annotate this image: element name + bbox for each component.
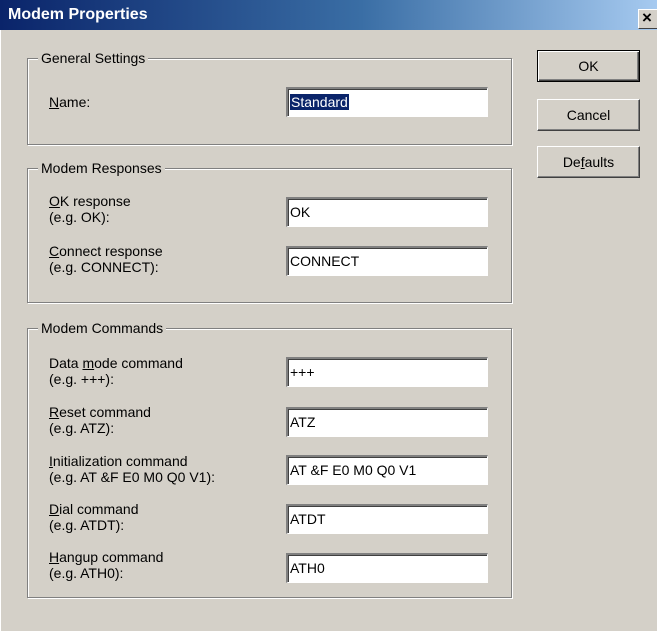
- hangup-command-label-rest: angup command: [59, 549, 164, 565]
- close-button[interactable]: ×: [638, 8, 657, 29]
- close-icon: ×: [642, 8, 652, 27]
- name-label-rest: ame:: [59, 94, 91, 110]
- data-mode-hint: (e.g. +++):: [49, 371, 114, 387]
- dial-command-label: Dial command: [49, 501, 139, 517]
- general-settings-legend: General Settings: [38, 49, 149, 67]
- reset-command-hint: (e.g. ATZ):: [49, 420, 115, 436]
- dial-command-hint: (e.g. ATDT):: [49, 517, 125, 533]
- data-mode-label-post: ode command: [94, 355, 183, 371]
- data-mode-label-pre: Data: [49, 355, 83, 371]
- connect-response-accel: C: [49, 243, 60, 259]
- init-command-hint: (e.g. AT &F E0 M0 Q0 V1):: [49, 469, 215, 485]
- ok-response-hint: (e.g. OK):: [49, 209, 110, 225]
- dial-command-label-rest: ial command: [59, 501, 139, 517]
- data-mode-label: Data mode command: [49, 355, 183, 371]
- title-bar: Modem Properties: [0, 0, 657, 30]
- name-field[interactable]: Standard: [286, 87, 488, 117]
- reset-command-label: Reset command: [49, 404, 151, 420]
- connect-response-label-rest: onnect response: [59, 243, 163, 259]
- data-mode-accel: m: [82, 355, 95, 371]
- connect-response-label: Connect response: [49, 243, 163, 259]
- name-label-accel: N: [49, 94, 60, 110]
- defaults-button[interactable]: De f aults: [537, 146, 640, 178]
- hangup-command-label: Hangup command: [49, 549, 163, 565]
- reset-command-label-rest: eset command: [59, 404, 151, 420]
- modem-responses-group: Modem Responses: [27, 159, 512, 303]
- ok-response-field[interactable]: OK: [286, 197, 488, 227]
- name-field-value: Standard: [290, 94, 349, 110]
- hangup-command-accel: H: [49, 549, 60, 565]
- data-mode-field[interactable]: +++: [286, 357, 488, 387]
- modem-responses-legend: Modem Responses: [38, 159, 165, 177]
- dial-command-accel: D: [49, 501, 60, 517]
- hangup-command-field[interactable]: ATH0: [286, 553, 488, 583]
- init-command-label-rest: nitialization command: [52, 453, 188, 469]
- reset-command-field[interactable]: ATZ: [286, 407, 488, 437]
- dial-command-field[interactable]: ATDT: [286, 504, 488, 534]
- connect-response-field[interactable]: CONNECT: [286, 246, 488, 276]
- window-title: Modem Properties: [8, 6, 148, 23]
- reset-command-accel: R: [49, 404, 60, 420]
- ok-button[interactable]: OK: [537, 50, 640, 82]
- init-command-field[interactable]: AT &F E0 M0 Q0 V1: [286, 455, 488, 485]
- init-command-label: Initialization command: [49, 453, 188, 469]
- cancel-button[interactable]: Cancel: [537, 99, 640, 131]
- hangup-command-hint: (e.g. ATH0):: [49, 565, 124, 581]
- connect-response-hint: (e.g. CONNECT):: [49, 259, 159, 275]
- defaults-label-post: aults: [584, 154, 615, 170]
- defaults-label-pre: De: [562, 154, 581, 170]
- ok-response-accel: O: [49, 193, 60, 209]
- name-label: Name:: [49, 94, 90, 110]
- ok-response-label: OK response: [49, 193, 131, 209]
- modem-commands-legend: Modem Commands: [38, 319, 167, 337]
- ok-response-label-rest: K response: [59, 193, 131, 209]
